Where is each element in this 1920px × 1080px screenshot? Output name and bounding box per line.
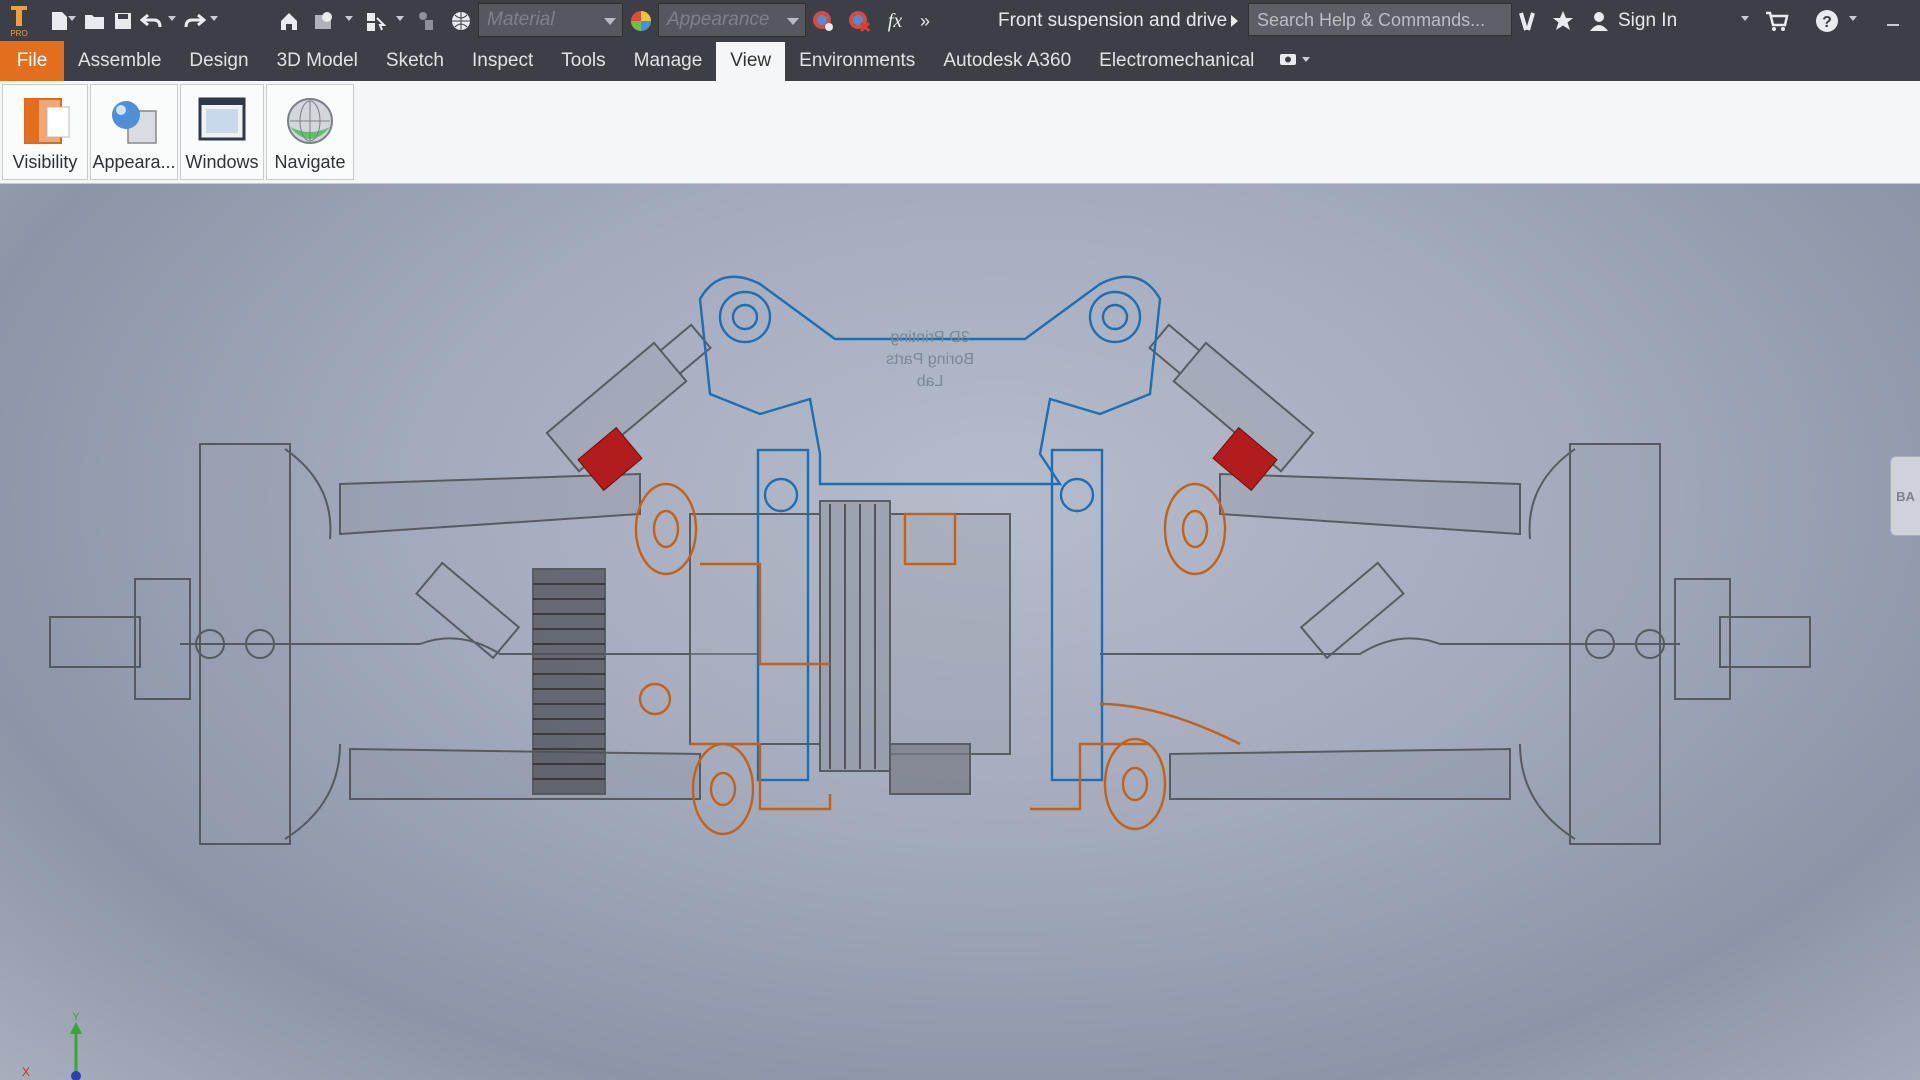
globe-icon[interactable]: [448, 8, 474, 34]
search-expand-arrow-icon[interactable]: [1226, 8, 1242, 34]
svg-text:?: ?: [1822, 14, 1832, 31]
app-logo-text: PRO: [10, 29, 27, 38]
more-label: »: [919, 10, 930, 31]
engraved-text-line-1: 3D Printing: [890, 329, 969, 346]
navigate-icon: [287, 98, 333, 144]
visibility-icon: [24, 98, 70, 144]
save-icon[interactable]: [110, 8, 136, 34]
sign-in-link[interactable]: Sign In: [1618, 0, 1677, 41]
windows-label: Windows: [185, 152, 259, 172]
home-icon[interactable]: [276, 8, 302, 34]
select-dropdown-icon[interactable]: [396, 16, 404, 21]
clear-appearance-icon[interactable]: [846, 8, 872, 34]
update-dropdown-icon[interactable]: [345, 16, 353, 21]
favorites-star-icon[interactable]: [1550, 8, 1576, 34]
new-dropdown-icon[interactable]: [68, 16, 76, 21]
undo-icon[interactable]: [138, 8, 164, 34]
help-icon[interactable]: ?: [1814, 8, 1840, 34]
more-commands-icon[interactable]: »: [912, 8, 938, 34]
search-binoculars-icon[interactable]: [1514, 8, 1540, 34]
windows-button[interactable]: Windows: [180, 84, 264, 180]
open-icon[interactable]: [82, 8, 108, 34]
material-dropdown-icon: [604, 18, 616, 25]
fx-label: fx: [887, 9, 903, 32]
appearance-combo[interactable]: Appearance: [658, 3, 806, 37]
navigate-label: Navigate: [274, 152, 346, 172]
tab-environments[interactable]: Environments: [785, 41, 929, 81]
app-logo-icon[interactable]: PRO: [4, 6, 34, 38]
tab-file[interactable]: File: [0, 41, 64, 81]
tab-autodesk-a360[interactable]: Autodesk A360: [929, 41, 1085, 81]
redo-icon[interactable]: [182, 8, 208, 34]
undo-dropdown-icon[interactable]: [168, 16, 176, 21]
appearance-color-icon[interactable]: [628, 8, 654, 34]
redo-dropdown-icon[interactable]: [210, 16, 218, 21]
windows-icon: [198, 97, 246, 141]
tab-electromechanical[interactable]: Electromechanical: [1085, 41, 1268, 81]
ribbon-tab-bar: File Assemble Design 3D Model Sketch Ins…: [0, 41, 1920, 81]
material-combo[interactable]: Material: [478, 3, 623, 37]
tab-design[interactable]: Design: [175, 41, 262, 81]
tab-view[interactable]: View: [716, 42, 786, 81]
axis-y-label: Y: [72, 1011, 80, 1023]
material-combo-text: Material: [487, 9, 555, 30]
graphics-viewport[interactable]: 3D Printing Boring Parts Lab BA Y X: [0, 184, 1920, 1080]
ribbon-panel: Visibility Appeara... Windows Navigate: [0, 81, 1920, 184]
axis-triad-icon: Y X: [22, 1011, 82, 1080]
appearance-dropdown-icon: [787, 18, 799, 25]
camera-icon: [1280, 54, 1311, 65]
tab-3d-model[interactable]: 3D Model: [263, 41, 372, 81]
adjust-appearance-icon[interactable]: [810, 8, 836, 34]
help-dropdown-icon[interactable]: [1849, 16, 1857, 21]
visibility-button[interactable]: Visibility: [2, 84, 88, 180]
visibility-label: Visibility: [12, 152, 78, 172]
appearance-button[interactable]: Appeara...: [90, 84, 178, 180]
measure-icon[interactable]: [413, 8, 439, 34]
parameters-fx-icon[interactable]: fx: [882, 8, 908, 34]
engraved-text-line-3: Lab: [917, 373, 944, 390]
engraved-text-line-2: Boring Parts: [886, 351, 974, 368]
ribbon-display-toggle[interactable]: [1268, 41, 1322, 81]
navigate-button[interactable]: Navigate: [266, 84, 354, 180]
tab-assemble[interactable]: Assemble: [64, 41, 175, 81]
update-icon[interactable]: [310, 8, 336, 34]
user-icon[interactable]: [1586, 8, 1612, 34]
viewcube-label: BA: [1896, 488, 1915, 504]
title-bar: PRO Material Appearance fx » Front suspe…: [0, 0, 1920, 41]
tab-sketch[interactable]: Sketch: [372, 41, 458, 81]
cart-icon[interactable]: [1764, 8, 1790, 34]
minimize-icon[interactable]: [1880, 8, 1906, 34]
viewcube[interactable]: BA: [1890, 456, 1920, 536]
sign-in-dropdown-icon[interactable]: [1741, 16, 1749, 21]
select-filter-icon[interactable]: [362, 8, 388, 34]
document-title: Front suspension and drive: [998, 10, 1228, 31]
tab-inspect[interactable]: Inspect: [458, 41, 547, 81]
axis-x-label: X: [22, 1065, 30, 1079]
appearance-label: Appeara...: [92, 152, 176, 172]
tab-tools[interactable]: Tools: [547, 41, 619, 81]
appearance-icon: [112, 101, 157, 144]
search-input[interactable]: Search Help & Commands...: [1248, 3, 1512, 36]
appearance-combo-text: Appearance: [667, 9, 770, 30]
tab-manage[interactable]: Manage: [620, 41, 717, 81]
new-icon[interactable]: [46, 8, 72, 34]
suspension-assembly-model[interactable]: 3D Printing Boring Parts Lab: [0, 184, 1920, 1080]
